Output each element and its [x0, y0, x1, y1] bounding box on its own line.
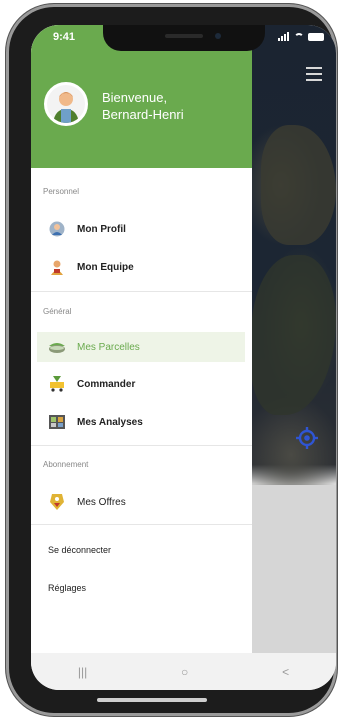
notch [103, 25, 265, 51]
welcome-text: Bienvenue, Bernard-Henri [102, 89, 184, 123]
system-icons [278, 32, 324, 41]
menu-item-mon-profil[interactable]: Mon Profil [31, 214, 252, 244]
menu-item-commander[interactable]: Commander [31, 369, 252, 399]
user-name: Bernard-Henri [102, 107, 184, 122]
locate-icon[interactable] [296, 427, 318, 449]
back-button[interactable]: < [282, 665, 289, 679]
menu-item-label: Mes Analyses [77, 416, 143, 428]
cart-icon [48, 375, 66, 393]
navigation-drawer: Bienvenue, Bernard-Henri Personnel Mon P… [31, 25, 252, 653]
map-view[interactable] [251, 25, 336, 655]
menu-item-mes-offres[interactable]: Mes Offres [31, 487, 252, 517]
menu-item-label: Mon Equipe [77, 261, 134, 273]
menu-item-label: Mes Offres [77, 496, 126, 508]
avatar[interactable] [44, 82, 88, 126]
phone-screen: 9:41 Bienvenue, Bernard-Henri Personnel … [31, 25, 336, 690]
menu-item-mes-analyses[interactable]: Mes Analyses [31, 407, 252, 437]
home-indicator [97, 698, 207, 702]
menu-item-label: Mon Profil [77, 223, 126, 235]
divider [31, 445, 252, 446]
logout-link[interactable]: Se déconnecter [48, 545, 111, 555]
wifi-icon [294, 32, 304, 41]
offer-tag-icon [48, 493, 66, 511]
menu-item-label: Mes Parcelles [77, 341, 140, 353]
divider [31, 291, 252, 292]
user-icon [48, 220, 66, 238]
menu-item-mon-equipe[interactable]: Mon Equipe [31, 252, 252, 282]
section-title-general: Général [43, 307, 72, 316]
analysis-icon [48, 413, 66, 431]
section-title-subscription: Abonnement [43, 460, 89, 469]
menu-icon[interactable] [306, 67, 322, 85]
status-time: 9:41 [53, 31, 76, 43]
menu-item-label: Commander [77, 378, 136, 390]
team-icon [48, 258, 66, 276]
home-button[interactable]: ○ [181, 665, 188, 679]
settings-link[interactable]: Réglages [48, 583, 86, 593]
recents-button[interactable]: ||| [78, 665, 87, 679]
section-title-personal: Personnel [43, 187, 80, 196]
greeting: Bienvenue, [102, 90, 168, 105]
divider [31, 524, 252, 525]
menu-item-mes-parcelles[interactable]: Mes Parcelles [37, 332, 245, 362]
system-nav-bar: ||| ○ < [31, 653, 336, 690]
signal-icon [278, 32, 290, 41]
battery-icon [308, 32, 324, 41]
field-icon [48, 338, 66, 356]
